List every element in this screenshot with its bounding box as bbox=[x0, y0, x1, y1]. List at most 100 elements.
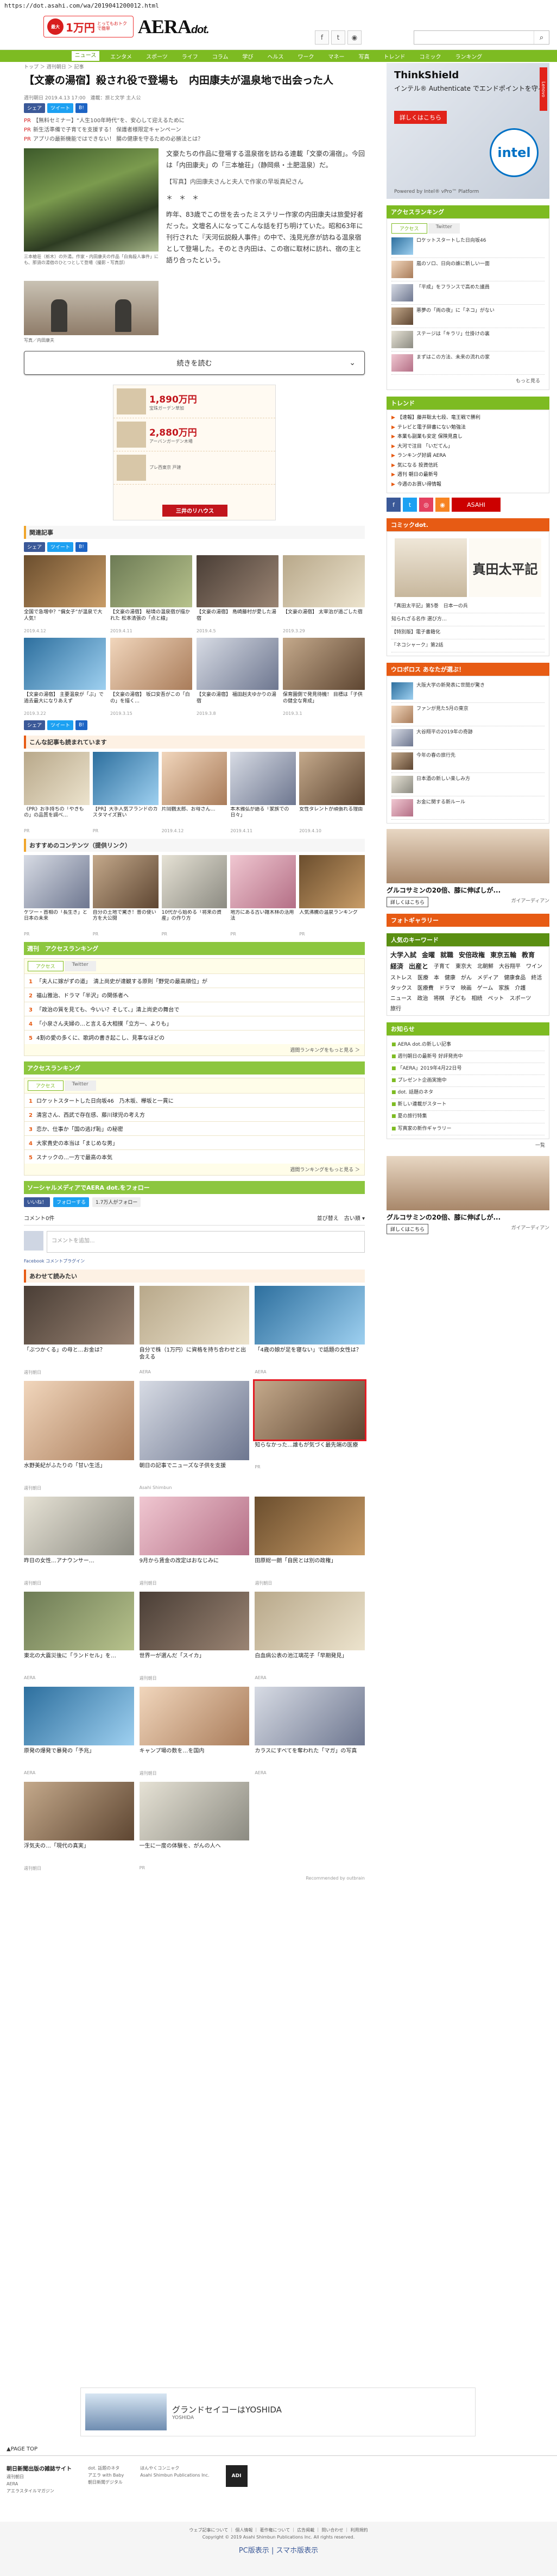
recommended-article[interactable]: 白血病公表の池江璃花子「早期発見」 AERA bbox=[255, 1591, 365, 1681]
ad-listing[interactable]: プレ西東京 戸建 bbox=[113, 451, 275, 485]
related-article[interactable]: 【文豪の湯宿】 島崎藤村が愛した湯宿 2019.4.5 bbox=[197, 555, 278, 633]
sidebar-ad-button-2[interactable]: 詳しくはこちら bbox=[387, 1223, 429, 1234]
nav-item[interactable]: ヘルス bbox=[264, 52, 287, 60]
news-item[interactable]: ■ 夏の旅行特集 bbox=[391, 1111, 545, 1123]
keyword-link[interactable]: 教育 bbox=[522, 950, 535, 959]
footer-nav[interactable]: ウェブ記事について ｜ 個人情報 ｜ 著作権について ｜ 広告掲載 ｜ 問い合わ… bbox=[0, 2527, 557, 2534]
nav-item[interactable]: ランキング bbox=[452, 52, 486, 60]
article-ad[interactable]: 1,890万円 宝珠ガーデン草加 2,880万円 アーバンガーデン木場 プレ西東京 戸建… bbox=[113, 384, 276, 520]
keyword-link[interactable]: ドラマ bbox=[439, 983, 455, 991]
trend-item[interactable]: ▶ 週刊 朝日の最新号 bbox=[391, 470, 545, 480]
recommended-article[interactable]: 東北の大震災後に「ランドセル」を… AERA bbox=[24, 1591, 134, 1681]
rank-item[interactable]: 3 恋か、仕事か「国の逃げ恥」の秘密 bbox=[24, 1121, 364, 1135]
keyword-link[interactable]: ワイン bbox=[526, 962, 542, 971]
news-item[interactable]: ■ 写真家の新作ギャラリー bbox=[391, 1123, 545, 1135]
keyword-link[interactable]: メディア bbox=[477, 973, 498, 981]
content-card[interactable]: 自分の土地で驚き！昔の使い方を大公開 PR bbox=[92, 855, 159, 937]
related-article[interactable]: 全国で急増中？“偏女子”が温泉で大人気！ 2019.4.12 bbox=[24, 555, 106, 633]
nav-item[interactable]: コミック bbox=[416, 52, 445, 60]
rank-tab[interactable]: Twitter bbox=[64, 1080, 96, 1091]
side-list-item[interactable]: ファンが見た5月の東京 bbox=[391, 703, 545, 727]
keyword-link[interactable]: ストレス bbox=[390, 973, 412, 981]
pr-link[interactable]: PR 【無料セミナー】“人生100年時代”を、安心して迎えるために bbox=[24, 116, 365, 125]
read-more-button[interactable]: 続きを読む ⌄ bbox=[24, 350, 365, 375]
side-list-item[interactable]: 大谷翔平の2019年の奇跡 bbox=[391, 726, 545, 750]
twitter-icon[interactable]: t bbox=[331, 30, 345, 45]
keyword-link[interactable]: 安倍政権 bbox=[459, 950, 485, 959]
content-card[interactable]: 本木雅弘が語る「家族での日々」 2019.4.11 bbox=[230, 751, 296, 833]
rss-icon[interactable]: ◉ bbox=[435, 498, 450, 512]
content-card[interactable]: 片岡鶴太郎、お母さん… 2019.4.12 bbox=[161, 751, 227, 833]
keyword-link[interactable]: 子育て bbox=[434, 962, 450, 971]
facebook-share-button[interactable]: シェア bbox=[24, 720, 46, 730]
content-card[interactable]: 地方にある古い雑木林の活用法 PR bbox=[230, 855, 296, 937]
keyword-link[interactable]: 金曜 bbox=[422, 950, 435, 959]
keyword-link[interactable]: 医療費 bbox=[417, 983, 434, 991]
related-article[interactable]: 【文豪の湯宿】 主要温泉が「ぶ」で過去最大になりあえず 2019.3.22 bbox=[24, 637, 106, 716]
trend-item[interactable]: ▶ 本業も副業も安定 保険見直し bbox=[391, 432, 545, 442]
trend-item[interactable]: ▶ 【速報】藤井聡太七段、竜王戦で勝利 bbox=[391, 413, 545, 423]
trend-item[interactable]: ▶ 大河で注目 「いだてん」 bbox=[391, 442, 545, 452]
news-more-link[interactable]: 一覧 bbox=[387, 1139, 549, 1151]
keyword-link[interactable]: 終活 bbox=[531, 973, 542, 981]
nav-item[interactable]: トレンド bbox=[381, 52, 409, 60]
news-item[interactable]: ■ プレゼント企画実施中 bbox=[391, 1075, 545, 1088]
side-list-item[interactable]: 嵐のソロ、日向の誰に新しい一面 bbox=[391, 258, 545, 281]
recommended-article[interactable]: 昨日の女性…アナウンサー… 週刊朝日 bbox=[24, 1496, 134, 1586]
content-card[interactable]: 女性タレントが頑張れる理由 2019.4.10 bbox=[299, 751, 365, 833]
ad-listing[interactable]: 2,880万円 アーバンガーデン木場 bbox=[113, 418, 275, 451]
outbrain-credit[interactable]: Recommended by outbrain bbox=[24, 1876, 365, 1881]
recommended-article[interactable]: 朝日の記事でニューズな子供を支援 Asahi Shimbun bbox=[139, 1380, 250, 1491]
article-main-photo[interactable] bbox=[24, 148, 159, 252]
keyword-link[interactable]: 家族 bbox=[498, 983, 509, 991]
search-icon[interactable]: ⌕ bbox=[534, 31, 549, 44]
news-item[interactable]: ■ dot. 話題のネタ bbox=[391, 1087, 545, 1099]
side-rank-more[interactable]: もっと見る bbox=[391, 375, 545, 386]
footer-link[interactable]: アエラスタイルマガジン bbox=[7, 2488, 72, 2495]
nav-item[interactable]: コラム bbox=[209, 52, 232, 60]
ad-details-button[interactable]: 詳しくはこちら bbox=[394, 111, 447, 124]
keyword-link[interactable]: ゲーム bbox=[477, 983, 493, 991]
footer-link[interactable]: Asahi Shimbun Publications Inc. bbox=[140, 2472, 209, 2479]
bookmark-share-button[interactable]: B! bbox=[75, 103, 87, 113]
recommended-article[interactable]: キャンプ場の数を…を国内 週刊朝日 bbox=[139, 1686, 250, 1776]
trend-item[interactable]: ▶ テレビと電子辞書にない勉強法 bbox=[391, 423, 545, 433]
related-article[interactable]: 保育園側で発見待機！ 目標は「子供の健全な育成」 2019.3.1 bbox=[283, 637, 365, 716]
footer-link[interactable]: 週刊朝日 bbox=[7, 2474, 72, 2481]
keyword-link[interactable]: 政治 bbox=[417, 994, 428, 1002]
keyword-link[interactable]: 大学入試 bbox=[390, 950, 416, 959]
side-list-item[interactable]: 「真田太平記」第5巻 日本一の兵 bbox=[391, 600, 545, 614]
recommended-article[interactable]: 浮気夫の…「現代の真実」 週刊朝日 bbox=[24, 1781, 134, 1871]
rank-tab[interactable]: アクセス bbox=[28, 1080, 64, 1091]
facebook-share-button[interactable]: シェア bbox=[24, 103, 46, 113]
facebook-comment-plugin-link[interactable]: Facebook コメントプラグイン bbox=[24, 1258, 365, 1264]
side-list-item[interactable]: まずはこの方法、未来の流れの家 bbox=[391, 351, 545, 375]
side-list-item[interactable]: 【特別版】電子書籍化 bbox=[391, 626, 545, 640]
rank-item[interactable]: 4 大家貴史の本当は「まじめな男」 bbox=[24, 1135, 364, 1149]
twitter-share-button[interactable]: ツイート bbox=[47, 720, 74, 730]
sidebar-top-ad[interactable]: ThinkShield インテル® Authenticate でエンドポイントを… bbox=[387, 63, 549, 199]
photo-gallery-heading[interactable]: フォトギャラリー bbox=[387, 914, 549, 927]
pr-link[interactable]: PR 新生活準備で子育てを支援する！ 保護者様限定キャンペーン bbox=[24, 125, 365, 135]
nav-item[interactable]: ライフ bbox=[179, 52, 201, 60]
url-bar[interactable]: https://dot.asahi.com/wa/2019041200012.h… bbox=[0, 0, 557, 12]
sidebar-ad-title-2[interactable]: グルコサミンの20倍、膝に伸ばしが... bbox=[387, 1212, 549, 1222]
bottom-banner-ad[interactable]: グランドセイコーはYOSHIDA YOSHIDA bbox=[80, 2387, 476, 2436]
keyword-link[interactable]: 出産と bbox=[409, 962, 428, 971]
side-list-item[interactable]: 大阪大学の新発表に世間が驚き bbox=[391, 680, 545, 703]
nav-item[interactable]: マネー bbox=[325, 52, 348, 60]
all-rank-more-link[interactable]: 週間ランキングをもっと見る ＞ bbox=[24, 1164, 364, 1175]
weekly-rank-more-link[interactable]: 週間ランキングをもっと見る ＞ bbox=[24, 1044, 364, 1055]
keyword-link[interactable]: タックス bbox=[390, 983, 412, 991]
bookmark-share-button[interactable]: B! bbox=[75, 542, 87, 552]
footer-link[interactable]: ほんやくコンニャク bbox=[140, 2465, 209, 2472]
nav-item[interactable]: スポーツ bbox=[143, 52, 171, 60]
nav-item[interactable]: 写真 bbox=[356, 52, 373, 60]
twitter-share-button[interactable]: ツイート bbox=[47, 542, 74, 552]
related-article[interactable]: 【文豪の湯宿】 福田赳夫ゆかりの湯宿 2019.3.8 bbox=[197, 637, 278, 716]
side-list-item[interactable]: ロケットスタートした日向坂46 bbox=[391, 235, 545, 258]
related-article[interactable]: 【文豪の湯宿】 坂口安吾がこの「白の」を描く… 2019.3.15 bbox=[110, 637, 192, 716]
keyword-link[interactable]: 将棋 bbox=[434, 994, 445, 1002]
recommended-article[interactable]: 「4歳の娘が足を寝ない」で話題の女性は？ AERA bbox=[255, 1285, 365, 1375]
news-item[interactable]: ■ 「AERA」2019年4月22日号 bbox=[391, 1063, 545, 1076]
